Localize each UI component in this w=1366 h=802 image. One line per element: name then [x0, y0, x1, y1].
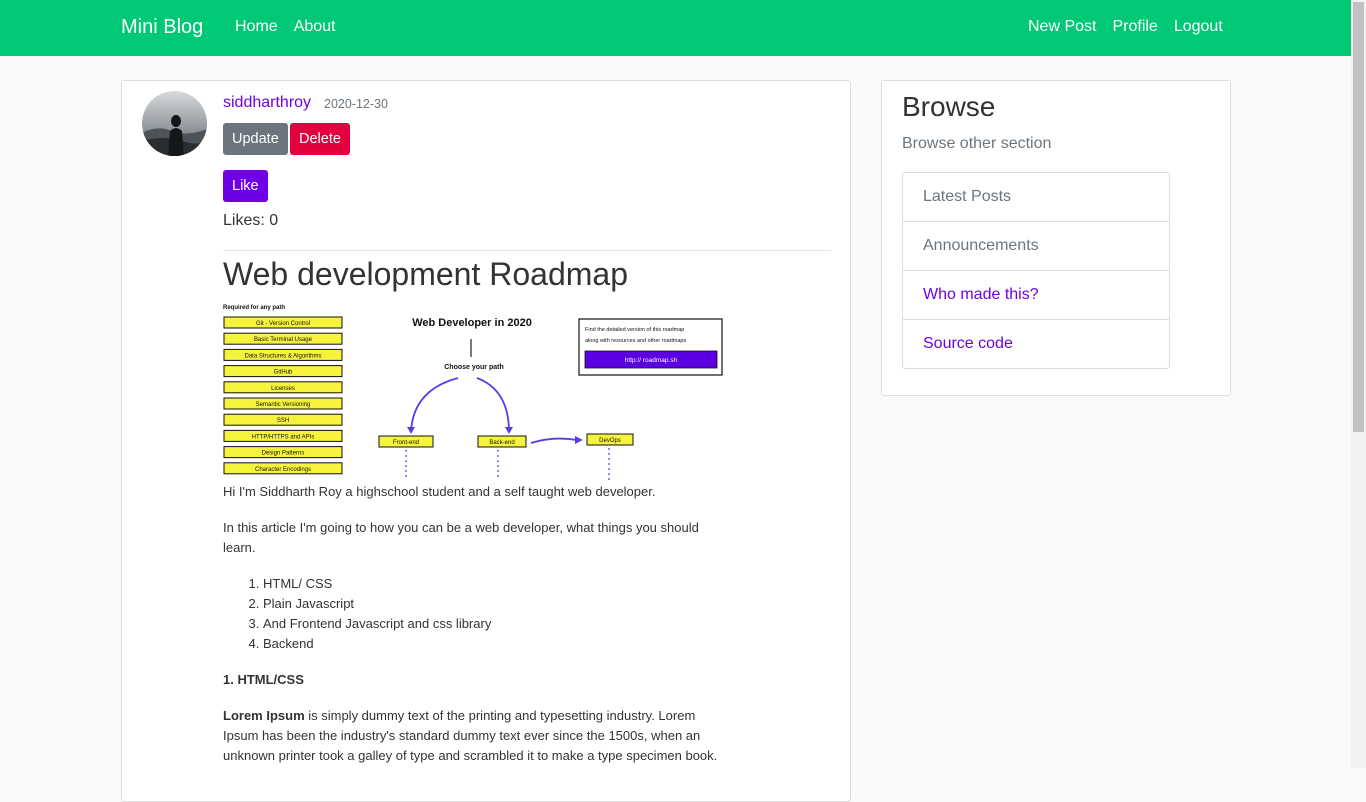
- promo-line2: along with resources and other roadmaps: [585, 338, 686, 344]
- nav-home-link[interactable]: Home: [235, 18, 278, 36]
- required-item-label: GitHub: [274, 370, 293, 376]
- browse-sidebar: Browse Browse other section Latest Posts…: [881, 80, 1231, 396]
- likes-count: Likes: 0: [223, 212, 279, 229]
- required-item-label: SSH: [277, 418, 289, 424]
- required-item-label: Basic Terminal Usage: [254, 337, 313, 343]
- path-frontend-label: Front-end: [393, 440, 419, 446]
- scrollbar-thumb[interactable]: [1353, 2, 1364, 432]
- like-button[interactable]: Like: [223, 170, 268, 202]
- required-item-label: HTTP/HTTPS and APIs: [252, 434, 315, 440]
- browse-list: Latest Posts Announcements Who made this…: [902, 172, 1170, 369]
- sidebar-item-source-code[interactable]: Source code: [903, 319, 1169, 368]
- roadmap-image: Required for any path Git - Version Cont…: [223, 302, 724, 482]
- nav-new-post-link[interactable]: New Post: [1028, 18, 1096, 36]
- sidebar-subtitle: Browse other section: [902, 135, 1052, 152]
- path-devops-label: DevOps: [599, 438, 621, 444]
- lorem-paragraph: Lorem Ipsum is simply dummy text of the …: [223, 706, 723, 766]
- topic-list: HTML/ CSS Plain Javascript And Frontend …: [223, 574, 723, 654]
- sidebar-title: Browse: [902, 91, 996, 122]
- sidebar-item-announcements[interactable]: Announcements: [903, 221, 1169, 270]
- required-item-label: Data Structures & Algorithms: [244, 353, 321, 359]
- article-intro-paragraph: In this article I'm going to how you can…: [223, 520, 699, 555]
- post-content: Hi I'm Siddharth Roy a highschool studen…: [223, 482, 723, 782]
- promo-link: http:// roadmap.sh: [625, 357, 678, 364]
- nav-about-link[interactable]: About: [294, 18, 336, 36]
- update-button[interactable]: Update: [223, 123, 288, 155]
- lorem-bold: Lorem Ipsum: [223, 708, 305, 723]
- post-title: Web development Roadmap: [223, 256, 628, 292]
- intro-paragraph: Hi I'm Siddharth Roy a highschool studen…: [223, 484, 656, 499]
- avatar: [142, 91, 207, 156]
- post-card: siddharthroy 2020-12-30 Update Delete Li…: [121, 80, 851, 802]
- brand-link[interactable]: Mini Blog: [121, 16, 203, 39]
- required-item-label: Git - Version Control: [256, 321, 310, 327]
- list-item: Plain Javascript: [263, 594, 723, 614]
- roadmap-small-heading: Required for any path: [223, 305, 285, 311]
- list-item: Backend: [263, 634, 723, 654]
- roadmap-choose: Choose your path: [444, 364, 504, 371]
- author-link[interactable]: siddharthroy: [223, 94, 311, 112]
- nav-logout-link[interactable]: Logout: [1174, 18, 1223, 36]
- section-heading-text: 1. HTML/CSS: [223, 672, 304, 687]
- nav-right: New Post Profile Logout: [1028, 18, 1223, 36]
- required-item-label: Character Encodings: [255, 467, 311, 473]
- section-heading: 1. HTML/CSS: [223, 670, 723, 690]
- delete-button[interactable]: Delete: [290, 123, 350, 155]
- path-backend-label: Back-end: [489, 440, 514, 446]
- roadmap-heading: Web Developer in 2020: [412, 317, 532, 329]
- post-date: 2020-12-30: [324, 97, 388, 111]
- avatar-image: [142, 91, 207, 156]
- promo-line1: Find the detailed version of this roadma…: [585, 327, 684, 333]
- required-item-label: Semantic Versioning: [256, 402, 311, 408]
- required-item-label: Design Patterns: [262, 451, 305, 457]
- divider: [223, 250, 831, 251]
- navbar: Mini Blog Home About New Post Profile Lo…: [0, 0, 1351, 56]
- list-item: HTML/ CSS: [263, 574, 723, 594]
- sidebar-item-latest-posts[interactable]: Latest Posts: [903, 173, 1169, 221]
- list-item: And Frontend Javascript and css library: [263, 614, 723, 634]
- nav-profile-link[interactable]: Profile: [1112, 18, 1157, 36]
- nav-left: Home About: [235, 18, 336, 36]
- page-scrollbar[interactable]: [1351, 0, 1366, 768]
- sidebar-item-who-made-this[interactable]: Who made this?: [903, 270, 1169, 319]
- required-item-label: Licenses: [271, 386, 295, 392]
